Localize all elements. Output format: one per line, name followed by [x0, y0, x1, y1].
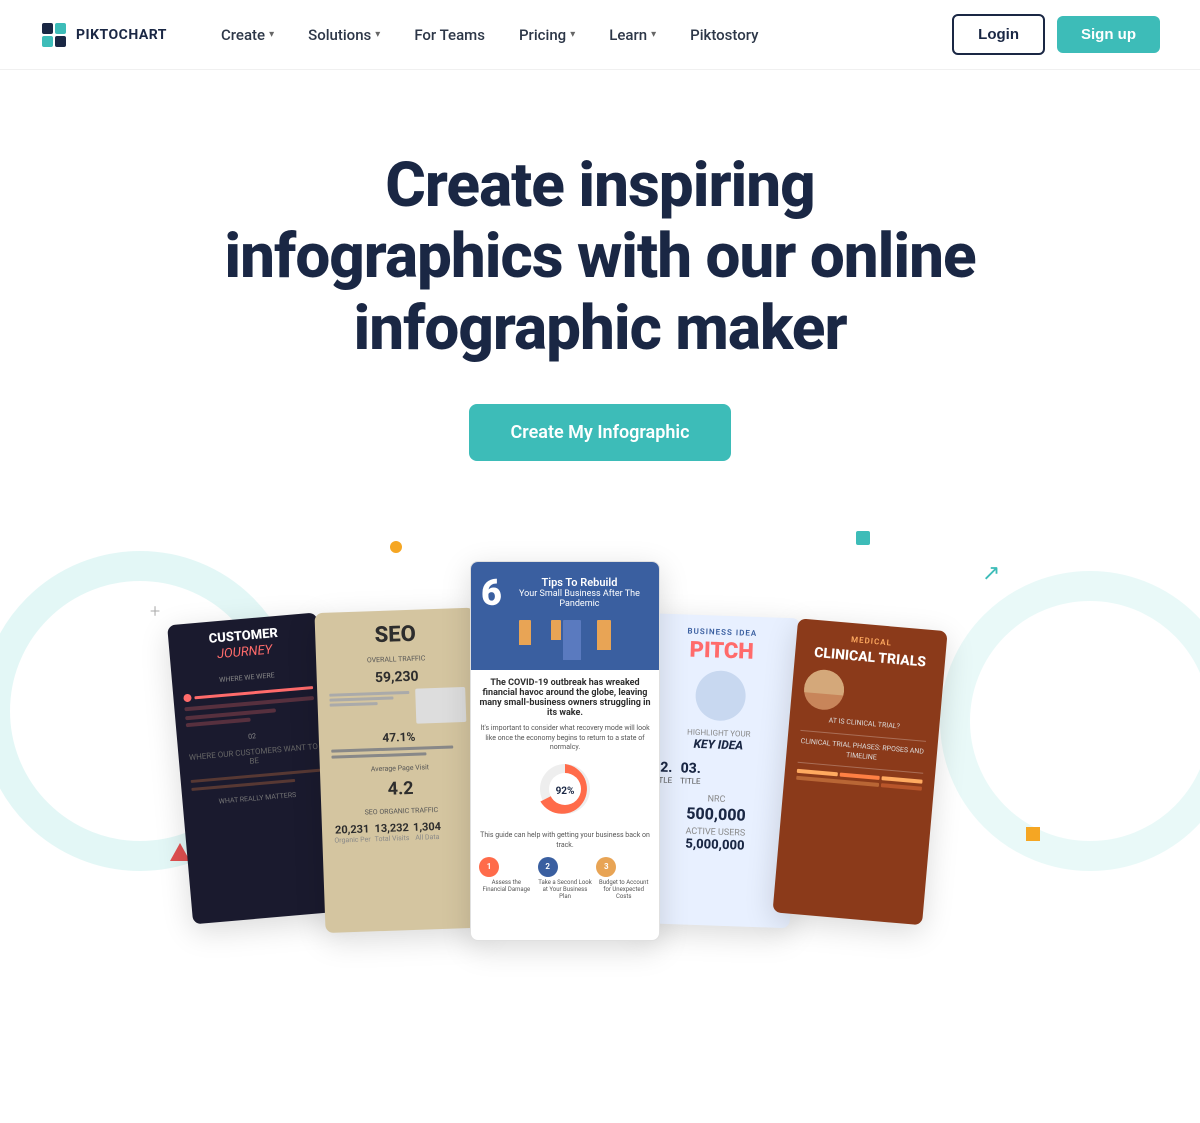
card4-stat2-num: 03.	[680, 760, 701, 777]
card4-stat2-label: TITLE	[680, 776, 701, 786]
card3-subtitle: The COVID-19 outbreak has wreaked financ…	[479, 678, 651, 718]
card1-section3: WHERE OUR CUSTOMERS WANT TO BE	[188, 742, 319, 771]
card-seo: SEO OVERALL TRAFFIC 59,230 47.1%	[314, 607, 485, 932]
card3-tips-text: Tips To Rebuild	[510, 576, 649, 589]
nav-learn[interactable]: Learn ▾	[595, 18, 670, 52]
logo-icon	[40, 21, 68, 49]
card2-stat2: 47.1%	[331, 728, 467, 747]
card2-stat3: 4.2	[332, 776, 469, 802]
card4-label: BUSINESS IDEA	[657, 625, 788, 639]
card3-body: The COVID-19 outbreak has wreaked financ…	[471, 670, 659, 908]
nav-for-teams-label: For Teams	[414, 26, 485, 44]
brand-name: PIKTOCHART	[76, 27, 167, 43]
card3-footer-text: This guide can help with getting your bu…	[479, 831, 651, 851]
chevron-down-icon: ▾	[269, 29, 274, 40]
card3-number: 6	[481, 572, 502, 614]
hero-visual: + ↖ CUSTOMERjourney WHERE WE WERE	[40, 521, 1160, 941]
nav-solutions-label: Solutions	[308, 26, 371, 44]
chevron-down-icon: ▾	[570, 29, 575, 40]
nav-create[interactable]: Create ▾	[207, 18, 288, 52]
svg-text:92%: 92%	[556, 786, 575, 797]
card3-tips-subtext: Your Small Business After The Pandemic	[510, 589, 649, 609]
hero-title: Create inspiring infographics with our o…	[220, 150, 980, 364]
chevron-down-icon: ▾	[651, 29, 656, 40]
infographic-cards: CUSTOMERjourney WHERE WE WERE 02 WHERE O…	[150, 561, 1050, 941]
card1-section4: What really matters	[192, 789, 322, 808]
nav-links: Create ▾ Solutions ▾ For Teams Pricing ▾…	[207, 18, 952, 52]
hero-section: Create inspiring infographics with our o…	[0, 70, 1200, 981]
card3-text: It's important to consider what recovery…	[479, 724, 651, 753]
card2-text1: OVERALL TRAFFIC	[328, 653, 464, 666]
card4-nrc-num: 500,000	[650, 802, 782, 826]
nav-learn-label: Learn	[609, 26, 647, 44]
card2-title: SEO	[327, 620, 464, 650]
nav-solutions[interactable]: Solutions ▾	[294, 18, 394, 52]
card-tips: 6 Tips To Rebuild Your Small Business Af…	[470, 561, 660, 941]
card2-stat1: 59,230	[329, 667, 465, 688]
card4-stats: 02. TITLE 03. TITLE	[651, 759, 783, 789]
nav-piktostory[interactable]: Piktostory	[676, 18, 772, 52]
card4-stat2: 03. TITLE	[680, 760, 701, 786]
chevron-down-icon: ▾	[375, 29, 380, 40]
nav-for-teams[interactable]: For Teams	[400, 18, 499, 52]
card2-text2: Average Page Visit	[332, 762, 468, 775]
card1-subtitle: journey	[216, 642, 272, 662]
card1-title: CUSTOMERjourney	[178, 623, 310, 665]
card-clinical-trials: MEDICAL CLINICAL TRIALS AT IS CLINICAL T…	[773, 618, 948, 925]
nav-auth: Login Sign up	[952, 14, 1160, 55]
card5-text2: CLINICAL TRIAL PHASES: RPOSES AND TIMELI…	[798, 737, 925, 768]
nav-create-label: Create	[221, 26, 265, 44]
pie-chart: 92%	[535, 759, 595, 819]
nav-pricing-label: Pricing	[519, 26, 566, 44]
logo-link[interactable]: PIKTOCHART	[40, 21, 167, 49]
cta-button[interactable]: Create My Infographic	[469, 404, 732, 461]
card2-text3: SEO ORGANIC TRAFFIC	[333, 805, 469, 818]
deco-dot-teal-1	[856, 531, 870, 545]
card3-header: 6 Tips To Rebuild Your Small Business Af…	[471, 562, 659, 670]
login-button[interactable]: Login	[952, 14, 1045, 55]
card4-pitch-text: PITCH	[689, 638, 754, 665]
nav-pricing[interactable]: Pricing ▾	[505, 18, 589, 52]
deco-dot-orange-1	[390, 541, 402, 553]
navbar: PIKTOCHART Create ▾ Solutions ▾ For Team…	[0, 0, 1200, 70]
card4-title: PITCH	[656, 638, 788, 665]
signup-button[interactable]: Sign up	[1057, 16, 1160, 53]
nav-piktostory-label: Piktostory	[690, 26, 758, 44]
